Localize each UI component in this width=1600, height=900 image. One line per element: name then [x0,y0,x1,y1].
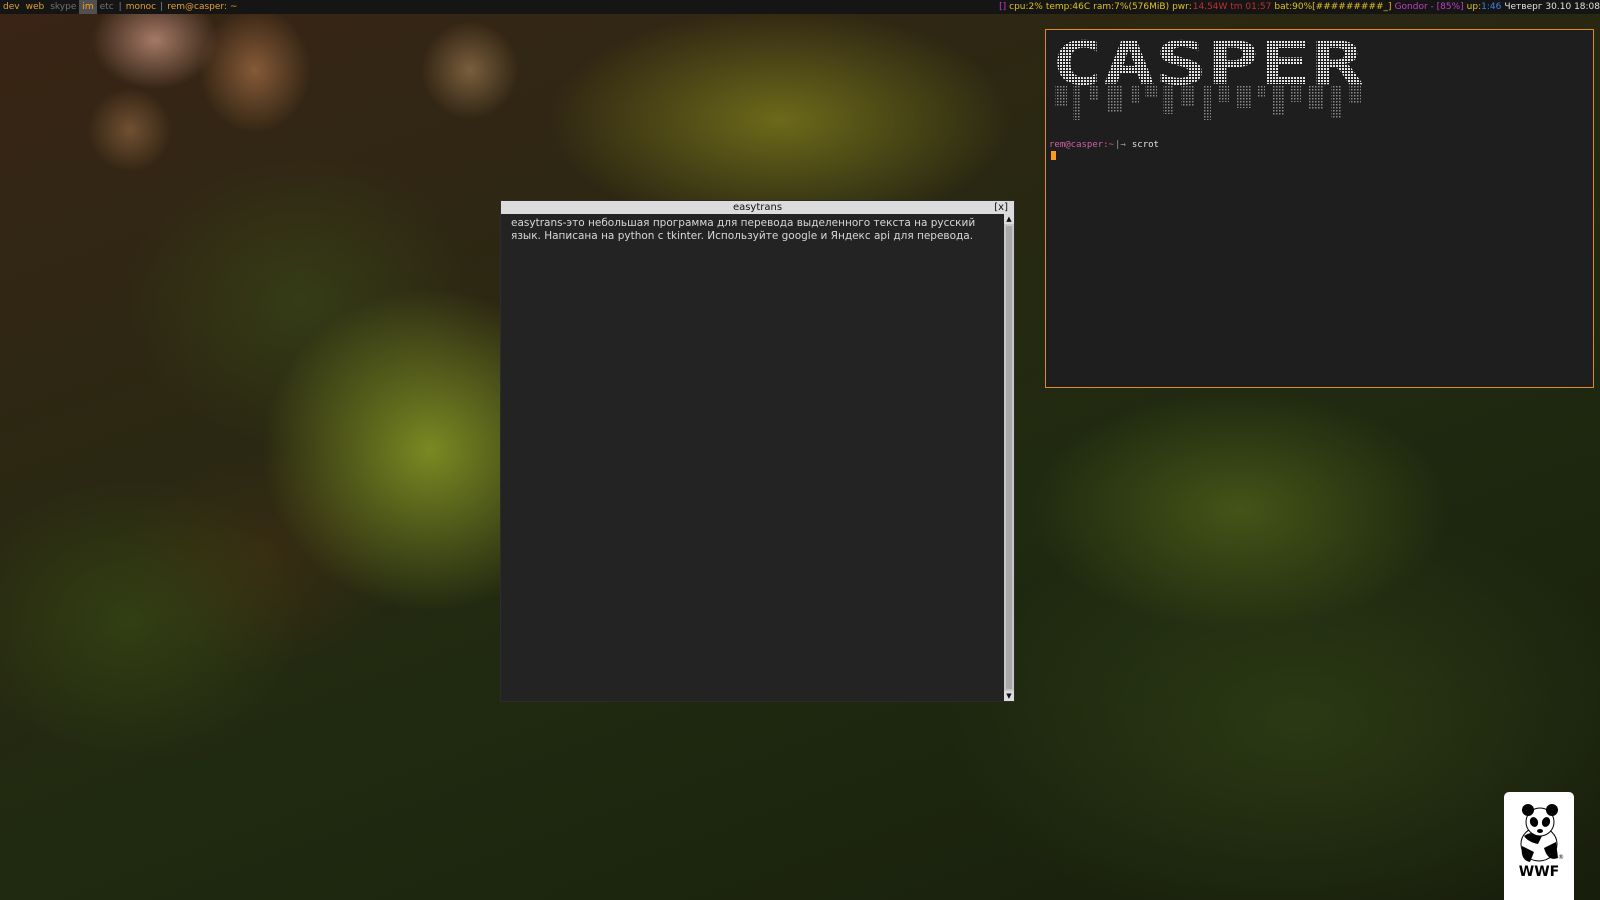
separator: | [160,2,164,12]
focused-window-title: rem@casper: ~ [167,2,238,12]
top-status-bar: dev web skype im etc | monoc | rem@caspe… [0,0,1600,14]
temp-status: temp:46C [1045,2,1091,12]
layout-indicator[interactable]: monoc [124,0,158,14]
registered-mark: ® [1558,854,1564,861]
system-status: [] cpu:2% temp:46C ram:7%(576MiB) pwr: 1… [996,0,1600,14]
clock: Четверг 30.10 18:08 [1504,2,1600,12]
uptime-label: up: [1466,2,1482,12]
panda-icon [1520,804,1558,862]
window-title: easytrans [732,202,783,213]
tag-skype[interactable]: skype [47,0,79,14]
uptime-value: 1:46 [1481,2,1502,12]
workspace-tags: dev web skype im etc | monoc | rem@caspe… [0,0,239,14]
vertical-scrollbar[interactable]: ▲ ▼ [1004,214,1014,701]
casper-ascii-banner: CASPER [1051,32,1364,120]
tag-web[interactable]: web [23,0,48,14]
tag-dev[interactable]: dev [0,0,23,14]
tag-im[interactable]: im [79,0,97,14]
wwf-logo: ® WWF [1504,792,1574,900]
prompt-user: rem@casper:~ [1049,140,1115,150]
prompt-arrow-icon: |→ [1115,140,1126,150]
scroll-thumb[interactable] [1006,226,1012,689]
cpu-status: cpu:2% [1009,2,1043,12]
layout-symbol: [] [999,2,1007,12]
easytrans-window: easytrans [x] easytrans-это небольшая пр… [500,200,1015,702]
close-button[interactable]: [x] [994,201,1008,214]
scroll-down-arrow-icon[interactable]: ▼ [1004,691,1014,701]
terminal-window[interactable]: CASPER rem@casper:~|→ scrot [1045,29,1594,388]
terminal-prompt[interactable]: rem@casper:~|→ scrot [1049,140,1159,150]
easytrans-titlebar[interactable]: easytrans [x] [501,201,1014,214]
battery-status: bat:90%[#########_] [1274,2,1392,12]
tag-etc[interactable]: etc [97,0,117,14]
power-label: pwr: [1172,2,1192,12]
separator: | [118,2,122,12]
terminal-cursor [1051,151,1056,160]
wifi-status: Gondor - [85%] [1394,2,1464,12]
wwf-text: WWF [1518,864,1560,880]
scroll-up-arrow-icon[interactable]: ▲ [1004,214,1014,224]
translation-text[interactable]: easytrans-это небольшая программа для пе… [511,217,997,243]
ram-status: ram:7%(576MiB) [1093,2,1170,12]
command-text: scrot [1131,140,1159,150]
power-value: 14.54W tm 01:57 [1192,2,1272,12]
